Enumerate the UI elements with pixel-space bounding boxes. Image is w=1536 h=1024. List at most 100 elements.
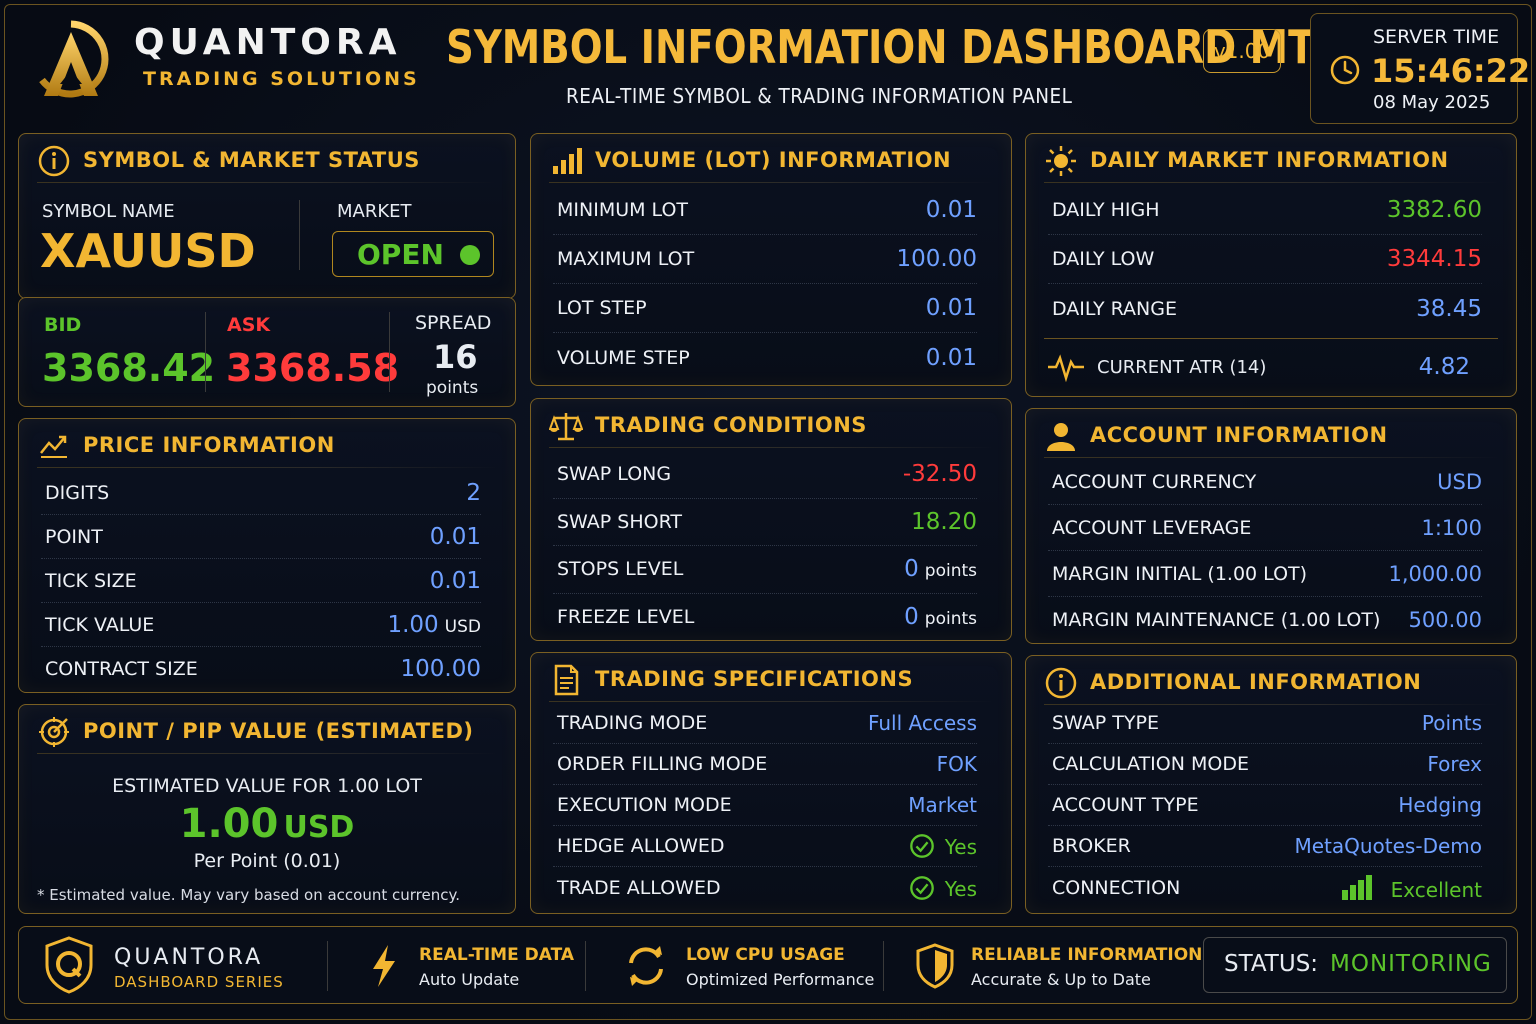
pip-value-panel: POINT / PIP VALUE (ESTIMATED) ESTIMATED … <box>18 704 516 914</box>
divider <box>549 701 993 702</box>
price_info-row: POINT 0.01 <box>41 515 481 559</box>
volume-panel: VOLUME (LOT) INFORMATION MINIMUM LOT 0.01… <box>530 133 1012 386</box>
account-title: ACCOUNT INFORMATION <box>1090 423 1388 447</box>
check-circle-icon <box>909 875 934 900</box>
account-row-label: MARGIN INITIAL (1.00 LOT) <box>1052 562 1308 585</box>
daily-row-value-text: 3344.15 <box>1386 246 1482 272</box>
account-row-value-text: 1:100 <box>1421 515 1482 540</box>
price_info-row-label: TICK SIZE <box>45 569 137 592</box>
pip-value: 1.00 <box>179 801 279 847</box>
account-row-value: 500.00 <box>1409 608 1482 632</box>
specs-row-value: Yes <box>909 875 977 901</box>
additional-row-value: MetaQuotes-Demo <box>1294 834 1482 858</box>
specs-panel: TRADING SPECIFICATIONS TRADING MODE Full … <box>530 652 1012 914</box>
additional-row: CALCULATION MODE Forex <box>1048 744 1482 785</box>
additional-row-value: Points <box>1422 711 1482 735</box>
status-label: STATUS: <box>1224 951 1319 977</box>
volume-row: MINIMUM LOT 0.01 <box>553 186 977 235</box>
sun-icon <box>1046 146 1076 176</box>
conditions-row-unit: points <box>924 561 977 582</box>
specs-row-value: Market <box>908 793 977 817</box>
bid-ask-panel: BID 3368.42 ASK 3368.58 SPREAD 16 points <box>18 297 516 407</box>
price_info-row-value: 0.01 <box>430 524 481 550</box>
status-box: STATUS: MONITORING <box>1203 937 1507 993</box>
daily-row: DAILY HIGH 3382.60 <box>1048 186 1482 235</box>
spread-label: SPREAD <box>415 312 492 334</box>
additional-row: SWAP TYPE Points <box>1048 703 1482 744</box>
daily-row-label: DAILY HIGH <box>1052 199 1160 221</box>
divider <box>549 447 993 448</box>
quantora-logo-icon <box>39 20 109 98</box>
conditions-row-label: FREEZE LEVEL <box>557 606 695 629</box>
specs-row: HEDGE ALLOWED Yes <box>553 826 977 867</box>
footer-feature-3-sub: Accurate & Up to Date <box>971 970 1151 989</box>
divider <box>205 312 206 392</box>
pip-estimate-value-row: 1.00 USD <box>19 801 515 847</box>
info-icon <box>1045 667 1077 699</box>
divider <box>37 753 497 754</box>
price_info-row-unit: USD <box>444 616 481 637</box>
price_info-row-value-text: 2 <box>466 479 481 506</box>
daily-row-label: DAILY LOW <box>1052 248 1155 270</box>
volume-row: LOT STEP 0.01 <box>553 284 977 333</box>
additional-row-value: Forex <box>1427 752 1482 776</box>
account-row-label: MARGIN MAINTENANCE (1.00 LOT) <box>1052 609 1381 631</box>
additional-row-value-text: MetaQuotes-Demo <box>1294 834 1482 858</box>
additional-row-label: BROKER <box>1052 835 1131 857</box>
server-time-label: SERVER TIME <box>1373 26 1500 48</box>
divider <box>1044 182 1498 183</box>
server-date-value: 08 May 2025 <box>1373 92 1491 113</box>
daily-row-value-text: 38.45 <box>1416 295 1482 322</box>
daily-row-value-text: 3382.60 <box>1386 197 1482 223</box>
daily-panel: DAILY MARKET INFORMATION DAILY HIGH 3382.… <box>1025 133 1517 397</box>
account-row: MARGIN MAINTENANCE (1.00 LOT) 500.00 <box>1048 597 1482 643</box>
market-label: MARKET <box>337 201 412 222</box>
price_info-row-label: CONTRACT SIZE <box>45 658 198 680</box>
divider <box>37 182 497 183</box>
price_info-row-label: POINT <box>45 525 103 548</box>
conditions-title: TRADING CONDITIONS <box>595 413 867 437</box>
trend-chart-icon <box>40 435 67 458</box>
daily-title: DAILY MARKET INFORMATION <box>1090 148 1449 172</box>
divider <box>549 182 993 183</box>
footer-brand: QUANTORA <box>114 945 264 970</box>
price_info-row-label: TICK VALUE <box>45 613 155 636</box>
symbol-status-panel: SYMBOL & MARKET STATUS SYMBOL NAME XAUUS… <box>18 133 516 299</box>
account-row-label: ACCOUNT LEVERAGE <box>1052 516 1252 539</box>
volume-row-label: LOT STEP <box>557 297 647 319</box>
conditions-row-value-text: 0 <box>904 604 919 631</box>
conditions-row-unit: points <box>924 609 977 630</box>
specs-row: TRADING MODE Full Access <box>553 703 977 744</box>
conditions-row: STOPS LEVEL 0 points <box>553 546 977 594</box>
symbol-name-label: SYMBOL NAME <box>42 201 175 222</box>
pip-value-title: POINT / PIP VALUE (ESTIMATED) <box>83 719 474 743</box>
additional-title: ADDITIONAL INFORMATION <box>1090 670 1422 694</box>
symbol-name-value: XAUUSD <box>40 224 256 278</box>
footer-feature-3-title: RELIABLE INFORMATION <box>971 945 1203 965</box>
specs-row-value-text: Market <box>908 793 977 817</box>
price_info-row: CONTRACT SIZE 100.00 <box>41 647 481 691</box>
divider <box>37 467 497 468</box>
daily-row-value: 3344.15 <box>1387 246 1482 272</box>
specs-row-label: TRADE ALLOWED <box>557 876 721 899</box>
conditions-row-value-text: 0 <box>904 556 919 583</box>
additional-row-value-text: Points <box>1421 711 1482 735</box>
ask-value: 3368.58 <box>226 346 400 390</box>
specs-row-label: TRADING MODE <box>557 712 708 734</box>
footer-feature-1-title: REAL-TIME DATA <box>419 945 575 965</box>
daily-row-value: 38.45 <box>1416 296 1482 322</box>
conditions-row-value: -32.50 <box>903 461 977 487</box>
footer-feature-2-title: LOW CPU USAGE <box>686 945 845 965</box>
additional-row-label: CONNECTION <box>1052 876 1181 899</box>
volume-row-label: MAXIMUM LOT <box>557 248 695 270</box>
brand-name: QUANTORA <box>134 22 402 63</box>
page-subtitle: REAL-TIME SYMBOL & TRADING INFORMATION P… <box>566 84 1073 108</box>
user-icon <box>1047 423 1075 451</box>
brand-subtitle: TRADING SOLUTIONS <box>143 68 420 90</box>
additional-row-label: SWAP TYPE <box>1052 712 1159 734</box>
price_info-row-value: 0.01 <box>430 568 481 594</box>
daily-row-label: DAILY RANGE <box>1052 297 1177 320</box>
specs-row: EXECUTION MODE Market <box>553 785 977 826</box>
additional-row-value-text: Forex <box>1427 752 1482 776</box>
additional-row: BROKER MetaQuotes-Demo <box>1048 826 1482 867</box>
